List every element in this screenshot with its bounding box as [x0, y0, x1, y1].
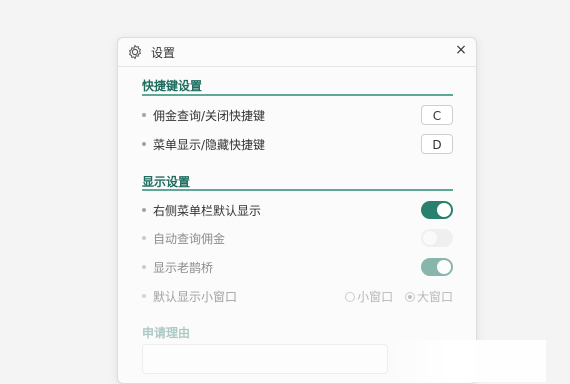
bullet-dot: [142, 208, 146, 212]
bullet-dot: [142, 113, 146, 117]
bullet-dot: [142, 294, 146, 298]
radio-large-window[interactable]: 大窗口: [404, 288, 453, 305]
setting-row-auto-commission: 自动查询佣金: [142, 228, 453, 248]
shortcut-row-commission: 佣金查询/关闭快捷键 C: [142, 105, 453, 125]
radio-label: 小窗口: [357, 290, 394, 304]
section-divider: [142, 94, 453, 96]
close-icon[interactable]: ×: [454, 43, 468, 57]
window-size-radio-group: 小窗口 大窗口: [337, 288, 453, 305]
dialog-titlebar: 设置 ×: [118, 38, 476, 67]
toggle-knob: [437, 260, 451, 274]
section-divider: [142, 189, 453, 191]
setting-row-right-menu: 右侧菜单栏默认显示: [142, 200, 453, 220]
section-title-shortcuts: 快捷键设置: [142, 79, 203, 93]
toggle-knob: [437, 203, 451, 217]
setting-label: 默认显示小窗口: [153, 290, 238, 304]
radio-label: 大窗口: [416, 290, 453, 304]
shortcut-key-input[interactable]: D: [421, 134, 453, 154]
shortcut-key-input[interactable]: C: [421, 105, 453, 125]
apply-reason-input[interactable]: [142, 344, 388, 374]
setting-label: 自动查询佣金: [153, 232, 226, 246]
settings-dialog: 设置 × 快捷键设置 佣金查询/关闭快捷键 C 菜单显示/隐藏快捷键 D 显示设…: [117, 37, 477, 384]
shortcut-label: 佣金查询/关闭快捷键: [153, 109, 266, 123]
toggle-auto-commission[interactable]: [421, 229, 453, 247]
bullet-dot: [142, 265, 146, 269]
setting-label: 右侧菜单栏默认显示: [153, 204, 262, 218]
toggle-knob: [423, 231, 437, 245]
shortcut-label: 菜单显示/隐藏快捷键: [153, 138, 266, 152]
watermark-overlay: [391, 340, 546, 382]
section-title-display: 显示设置: [142, 175, 191, 189]
shortcut-row-menu: 菜单显示/隐藏快捷键 D: [142, 134, 453, 154]
section-title-apply-reason: 申请理由: [142, 326, 191, 340]
setting-label: 显示老鹊桥: [153, 261, 214, 275]
bullet-dot: [142, 236, 146, 240]
dialog-title: 设置: [151, 46, 176, 60]
bullet-dot: [142, 142, 146, 146]
radio-dot: [345, 291, 356, 302]
gear-icon: [128, 44, 142, 60]
setting-row-small-window: 默认显示小窗口 小窗口 大窗口: [142, 286, 453, 306]
toggle-show-old-bridge[interactable]: [421, 258, 453, 276]
setting-row-old-bridge: 显示老鹊桥: [142, 257, 453, 277]
radio-dot: [404, 291, 415, 302]
toggle-right-menu-default[interactable]: [421, 201, 453, 219]
radio-small-window[interactable]: 小窗口: [345, 288, 393, 305]
